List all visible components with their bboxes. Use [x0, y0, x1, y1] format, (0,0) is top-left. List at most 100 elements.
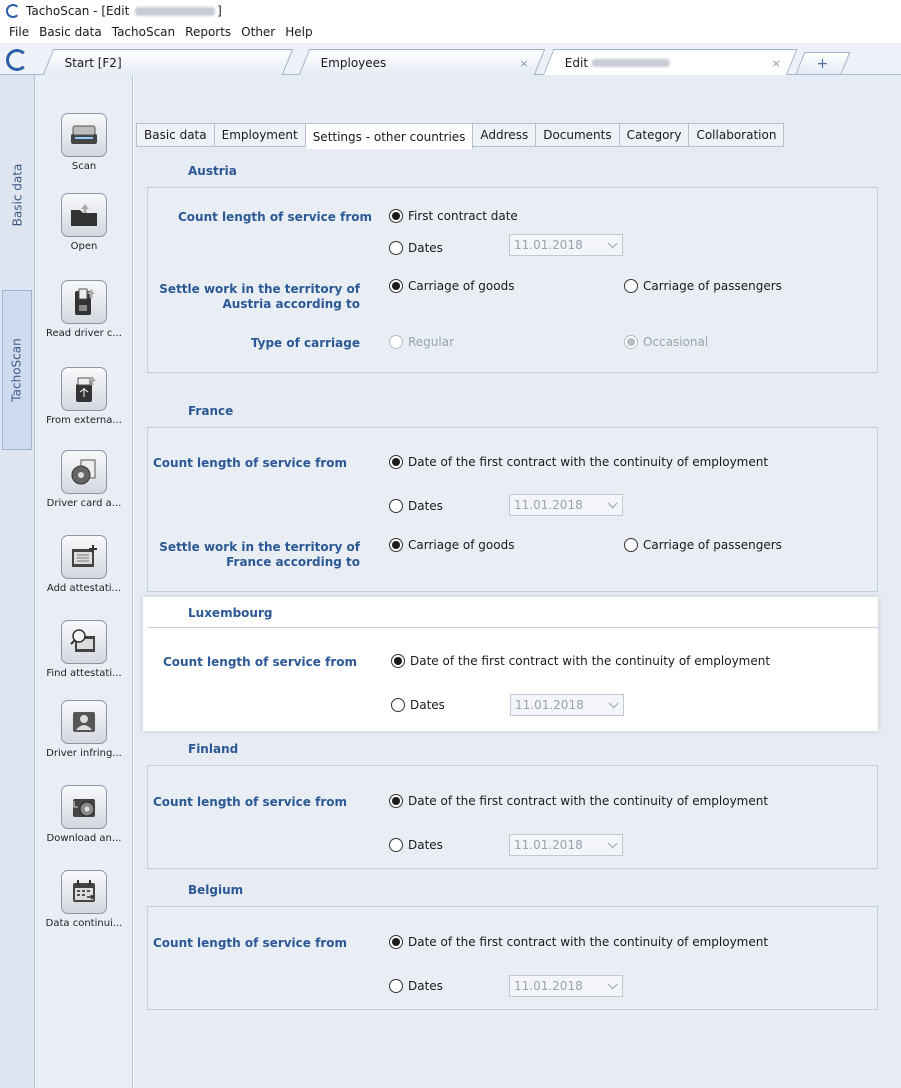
tab-basic-data[interactable]: Basic data: [136, 123, 215, 147]
belgium-dates-label: Dates: [408, 979, 443, 993]
tab-documents[interactable]: Documents: [536, 123, 620, 147]
section-title-finland: Finland: [188, 742, 239, 756]
tool-driver-card-analysis[interactable]: Driver card a...: [35, 450, 133, 509]
tab-employees-label: Employees: [320, 55, 387, 70]
tool-open-label: Open: [70, 241, 98, 252]
austria-dates-radio[interactable]: Dates: [389, 241, 443, 255]
radio-unselected-icon: [624, 279, 638, 293]
luxembourg-count-label: Count length of service from: [163, 655, 357, 669]
tool-scan[interactable]: Scan: [35, 113, 133, 172]
radio-selected-icon: [624, 335, 638, 349]
tab-employees-close-icon[interactable]: ×: [520, 56, 529, 69]
tool-download-analysis-label: Download an...: [46, 833, 122, 844]
tab-edit-label: Edit: [564, 56, 589, 70]
austria-occasional-radio: Occasional: [624, 335, 708, 349]
luxembourg-first-contract-label: Date of the first contract with the cont…: [410, 654, 771, 668]
austria-settle-label-line1: Settle work in the territory of: [159, 282, 360, 296]
tab-start[interactable]: Start [F2]: [42, 49, 294, 75]
document-tab-strip: Start [F2] Employees × Edit × +: [0, 43, 901, 76]
finland-dates-radio[interactable]: Dates: [389, 838, 443, 852]
menu-bar: File Basic data TachoScan Reports Other …: [0, 22, 901, 42]
tab-category[interactable]: Category: [619, 123, 690, 147]
chevron-down-icon: [607, 497, 618, 508]
luxembourg-first-contract-radio[interactable]: Date of the first contract with the cont…: [391, 654, 770, 668]
tool-download-analysis[interactable]: Download an...: [35, 785, 133, 844]
disc-icon: [61, 450, 107, 494]
austria-occasional-label: Occasional: [643, 335, 709, 349]
add-tab-button[interactable]: +: [795, 52, 851, 74]
menu-help[interactable]: Help: [280, 25, 317, 39]
tool-data-continuity[interactable]: Data continui...: [35, 870, 133, 929]
tab-collaboration[interactable]: Collaboration: [689, 123, 785, 147]
menu-basic-data[interactable]: Basic data: [34, 25, 107, 39]
driver-icon: [61, 700, 107, 744]
belgium-date-picker[interactable]: 11.01.2018: [509, 975, 623, 997]
menu-reports[interactable]: Reports: [180, 25, 236, 39]
belgium-dates-radio[interactable]: Dates: [389, 979, 443, 993]
plus-icon: +: [816, 55, 829, 72]
belgium-first-contract-radio[interactable]: Date of the first contract with the cont…: [389, 935, 768, 949]
chevron-down-icon: [607, 978, 618, 989]
menu-other[interactable]: Other: [236, 25, 280, 39]
austria-regular-label: Regular: [408, 335, 455, 349]
luxembourg-dates-radio[interactable]: Dates: [391, 698, 445, 712]
section-title-luxembourg: Luxembourg: [188, 606, 273, 620]
tool-open[interactable]: Open: [35, 193, 133, 252]
download-icon: [61, 785, 107, 829]
austria-first-contract-label: First contract date: [408, 209, 518, 223]
luxembourg-date-picker[interactable]: 11.01.2018: [510, 694, 624, 716]
finland-first-contract-radio[interactable]: Date of the first contract with the cont…: [389, 794, 768, 808]
tab-settings-other-countries[interactable]: Settings - other countries: [305, 123, 474, 149]
window-title: TachoScan - [Edit ]: [26, 4, 222, 18]
austria-passengers-radio[interactable]: Carriage of passengers: [624, 279, 782, 293]
finland-date-picker[interactable]: 11.01.2018: [509, 834, 623, 856]
menu-tachoscan[interactable]: TachoScan: [107, 25, 180, 39]
france-goods-radio[interactable]: Carriage of goods: [389, 538, 514, 552]
tab-address[interactable]: Address: [473, 123, 537, 147]
tool-driver-infringements[interactable]: Driver infring...: [35, 700, 133, 759]
radio-selected-icon: [389, 794, 403, 808]
vtab-basic-data-label: Basic data: [10, 163, 24, 227]
austria-goods-label: Carriage of goods: [408, 279, 515, 293]
vtab-tachoscan[interactable]: TachoScan: [2, 290, 32, 450]
tool-from-external-label: From externa...: [46, 415, 122, 426]
austria-dates-label: Dates: [408, 241, 443, 255]
tool-add-attestation[interactable]: Add attestati...: [35, 535, 133, 594]
france-passengers-label: Carriage of passengers: [643, 538, 782, 552]
france-dates-label: Dates: [408, 499, 443, 513]
vtab-basic-data[interactable]: Basic data: [2, 145, 32, 245]
tachoscan-logo-icon[interactable]: [6, 49, 28, 71]
search-document-icon: [61, 620, 107, 664]
radio-unselected-icon: [389, 499, 403, 513]
tool-add-attestation-label: Add attestati...: [46, 583, 122, 594]
austria-date-value: 11.01.2018: [514, 238, 583, 252]
austria-first-contract-radio[interactable]: First contract date: [389, 209, 518, 223]
title-bar: TachoScan - [Edit ]: [0, 0, 901, 22]
tool-read-driver-card[interactable]: Read driver c...: [35, 280, 133, 339]
austria-date-picker[interactable]: 11.01.2018: [509, 234, 623, 256]
calendar-icon: [61, 870, 107, 914]
tool-find-attestation[interactable]: Find attestati...: [35, 620, 133, 679]
radio-selected-icon: [389, 935, 403, 949]
austria-count-label: Count length of service from: [178, 210, 372, 224]
france-first-contract-radio[interactable]: Date of the first contract with the cont…: [389, 455, 768, 469]
france-date-picker[interactable]: 11.01.2018: [509, 494, 623, 516]
france-count-label: Count length of service from: [153, 456, 347, 470]
austria-settle-label: Settle work in the territory of Austria a…: [150, 282, 360, 312]
radio-unselected-icon: [391, 698, 405, 712]
tab-edit[interactable]: Edit ×: [542, 49, 798, 76]
tool-data-continuity-label: Data continui...: [45, 918, 123, 929]
menu-file[interactable]: File: [4, 25, 34, 39]
france-passengers-radio[interactable]: Carriage of passengers: [624, 538, 782, 552]
tab-edit-close-icon[interactable]: ×: [772, 57, 781, 70]
tab-employees[interactable]: Employees ×: [298, 49, 546, 75]
finland-first-contract-label: Date of the first contract with the cont…: [408, 794, 769, 808]
austria-goods-radio[interactable]: Carriage of goods: [389, 279, 514, 293]
redacted-name: [135, 7, 216, 16]
tool-from-external[interactable]: From externa...: [35, 367, 133, 426]
window-title-prefix: TachoScan - [Edit: [26, 4, 130, 18]
radio-selected-icon: [389, 538, 403, 552]
belgium-first-contract-label: Date of the first contract with the cont…: [408, 935, 769, 949]
france-dates-radio[interactable]: Dates: [389, 499, 443, 513]
tab-employment[interactable]: Employment: [214, 123, 306, 147]
